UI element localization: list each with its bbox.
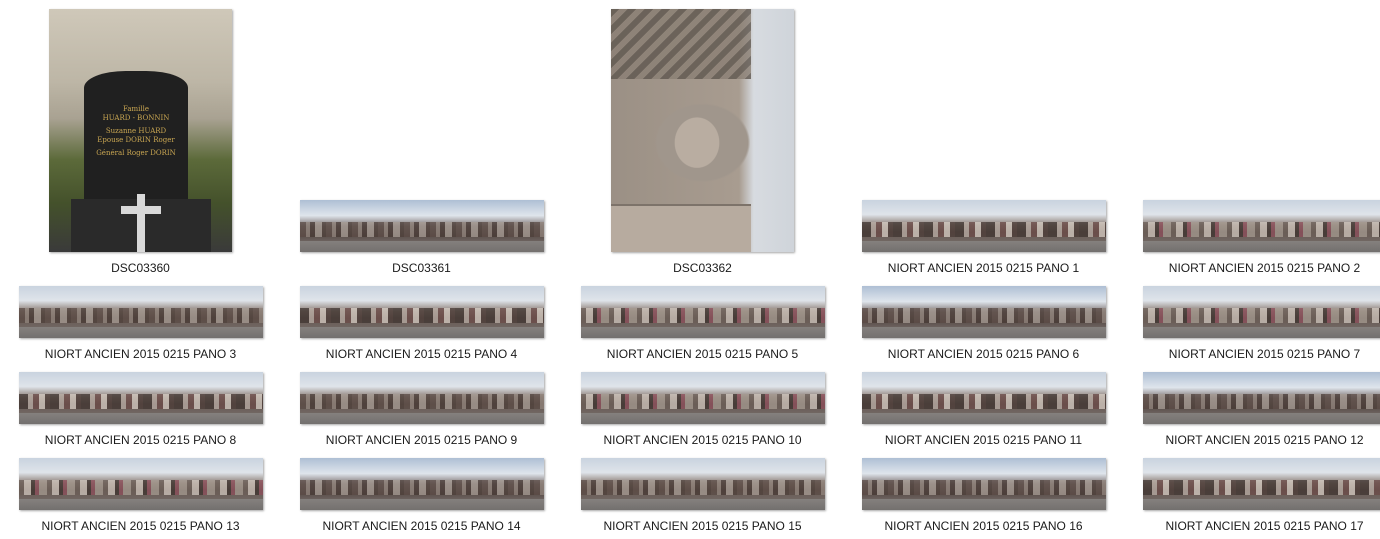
file-name: NIORT ANCIEN 2015 0215 PANO 5 — [606, 347, 799, 361]
file-item[interactable]: NIORT ANCIEN 2015 0215 PANO 12 — [1124, 364, 1380, 450]
thumbnail-panorama — [299, 286, 544, 338]
thumbnail-angel-photo — [611, 9, 794, 252]
headstone-text: Général Roger DORIN — [96, 149, 176, 157]
file-name: NIORT ANCIEN 2015 0215 PANO 17 — [1165, 519, 1364, 533]
file-name: NIORT ANCIEN 2015 0215 PANO 12 — [1165, 433, 1364, 447]
headstone-text: Suzanne HUARD — [105, 127, 167, 135]
file-name: NIORT ANCIEN 2015 0215 PANO 1 — [887, 261, 1080, 275]
thumbnail-panorama — [18, 286, 263, 338]
thumbnail-panorama — [580, 458, 825, 510]
file-name: NIORT ANCIEN 2015 0215 PANO 14 — [322, 519, 521, 533]
file-name: NIORT ANCIEN 2015 0215 PANO 9 — [325, 433, 518, 447]
file-item[interactable]: NIORT ANCIEN 2015 0215 PANO 8 — [0, 364, 281, 450]
thumbnail-grave-photo: Famille HUARD - BONNIN Suzanne HUARD Epo… — [49, 9, 232, 252]
thumbnail-panorama — [18, 458, 263, 510]
thumbnail-panorama — [299, 458, 544, 510]
file-name: NIORT ANCIEN 2015 0215 PANO 2 — [1168, 261, 1361, 275]
file-item[interactable]: NIORT ANCIEN 2015 0215 PANO 17 — [1124, 450, 1380, 536]
file-item[interactable]: NIORT ANCIEN 2015 0215 PANO 4 — [281, 278, 562, 364]
file-item[interactable]: NIORT ANCIEN 2015 0215 PANO 2 — [1124, 0, 1380, 278]
file-name: NIORT ANCIEN 2015 0215 PANO 13 — [41, 519, 240, 533]
thumbnail-panorama — [861, 458, 1106, 510]
file-item[interactable]: DSC03362 — [562, 0, 843, 278]
file-item[interactable]: NIORT ANCIEN 2015 0215 PANO 13 — [0, 450, 281, 536]
file-item[interactable]: NIORT ANCIEN 2015 0215 PANO 16 — [843, 450, 1124, 536]
thumbnail-panorama — [861, 372, 1106, 424]
file-name: NIORT ANCIEN 2015 0215 PANO 8 — [44, 433, 237, 447]
thumbnail-panorama — [18, 372, 263, 424]
headstone-text: Famille — [122, 105, 150, 113]
file-item[interactable]: NIORT ANCIEN 2015 0215 PANO 10 — [562, 364, 843, 450]
file-name: NIORT ANCIEN 2015 0215 PANO 11 — [884, 433, 1083, 447]
thumbnail-panorama — [1142, 372, 1380, 424]
file-item[interactable]: NIORT ANCIEN 2015 0215 PANO 5 — [562, 278, 843, 364]
thumbnail-panorama — [1142, 286, 1380, 338]
file-item[interactable]: NIORT ANCIEN 2015 0215 PANO 14 — [281, 450, 562, 536]
file-item[interactable]: NIORT ANCIEN 2015 0215 PANO 7 — [1124, 278, 1380, 364]
file-name: DSC03360 — [111, 261, 170, 275]
thumbnail-panorama — [861, 200, 1106, 252]
file-name: NIORT ANCIEN 2015 0215 PANO 6 — [887, 347, 1080, 361]
file-name: NIORT ANCIEN 2015 0215 PANO 10 — [603, 433, 802, 447]
thumbnail-panorama — [580, 372, 825, 424]
file-grid: Famille HUARD - BONNIN Suzanne HUARD Epo… — [0, 0, 1380, 539]
thumbnail-panorama — [299, 372, 544, 424]
thumbnail-panorama — [1142, 458, 1380, 510]
file-item[interactable]: DSC03361 — [281, 0, 562, 278]
file-item[interactable]: NIORT ANCIEN 2015 0215 PANO 15 — [562, 450, 843, 536]
file-name: DSC03361 — [392, 261, 451, 275]
thumbnail-panorama — [299, 200, 544, 252]
file-item[interactable]: NIORT ANCIEN 2015 0215 PANO 9 — [281, 364, 562, 450]
headstone-text: Epouse DORIN Roger — [97, 136, 175, 144]
cross-icon — [121, 194, 161, 252]
file-item[interactable]: NIORT ANCIEN 2015 0215 PANO 11 — [843, 364, 1124, 450]
thumbnail-panorama — [580, 286, 825, 338]
file-item[interactable]: NIORT ANCIEN 2015 0215 PANO 1 — [843, 0, 1124, 278]
file-item[interactable]: Famille HUARD - BONNIN Suzanne HUARD Epo… — [0, 0, 281, 278]
file-name: DSC03362 — [673, 261, 732, 275]
file-item[interactable]: NIORT ANCIEN 2015 0215 PANO 3 — [0, 278, 281, 364]
file-item[interactable]: NIORT ANCIEN 2015 0215 PANO 6 — [843, 278, 1124, 364]
thumbnail-panorama — [1142, 200, 1380, 252]
thumbnail-panorama — [861, 286, 1106, 338]
file-name: NIORT ANCIEN 2015 0215 PANO 7 — [1168, 347, 1361, 361]
file-name: NIORT ANCIEN 2015 0215 PANO 16 — [884, 519, 1083, 533]
headstone-text: HUARD - BONNIN — [102, 114, 170, 122]
file-name: NIORT ANCIEN 2015 0215 PANO 4 — [325, 347, 518, 361]
file-name: NIORT ANCIEN 2015 0215 PANO 3 — [44, 347, 237, 361]
file-name: NIORT ANCIEN 2015 0215 PANO 15 — [603, 519, 802, 533]
